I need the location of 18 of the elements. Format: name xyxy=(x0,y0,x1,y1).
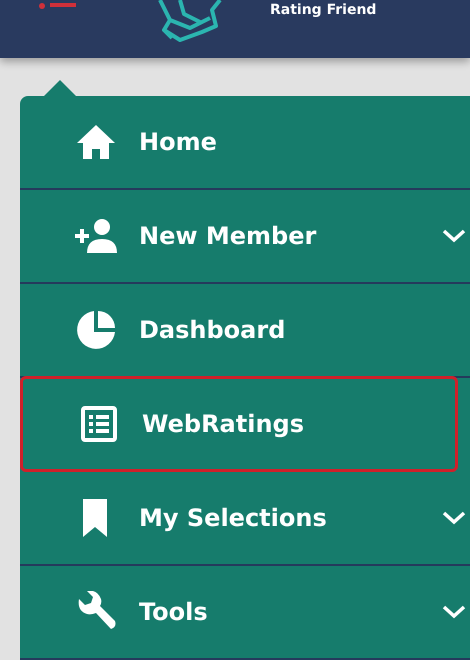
menu-item[interactable]: Home xyxy=(20,96,470,190)
menu-label: New Member xyxy=(139,222,316,250)
menu-item[interactable]: My Selections xyxy=(20,472,470,566)
menu-label: Tools xyxy=(139,598,208,626)
menu-item[interactable]: Tools xyxy=(20,566,470,660)
chevron-down-icon[interactable] xyxy=(442,605,466,619)
app-title: Rating Friend xyxy=(270,2,376,18)
menu-label: Dashboard xyxy=(139,316,286,344)
menu-item[interactable]: New Member xyxy=(20,190,470,284)
menu-item[interactable]: WebRatings xyxy=(20,376,458,472)
menu-label: Home xyxy=(139,128,217,156)
pie-chart-icon xyxy=(75,309,117,351)
menu-label: WebRatings xyxy=(142,410,304,438)
menu-label: My Selections xyxy=(139,504,327,532)
menu-item[interactable]: Dashboard xyxy=(20,284,470,378)
chevron-down-icon[interactable] xyxy=(442,229,466,243)
list-icon xyxy=(78,403,120,445)
chevron-down-icon[interactable] xyxy=(442,511,466,525)
